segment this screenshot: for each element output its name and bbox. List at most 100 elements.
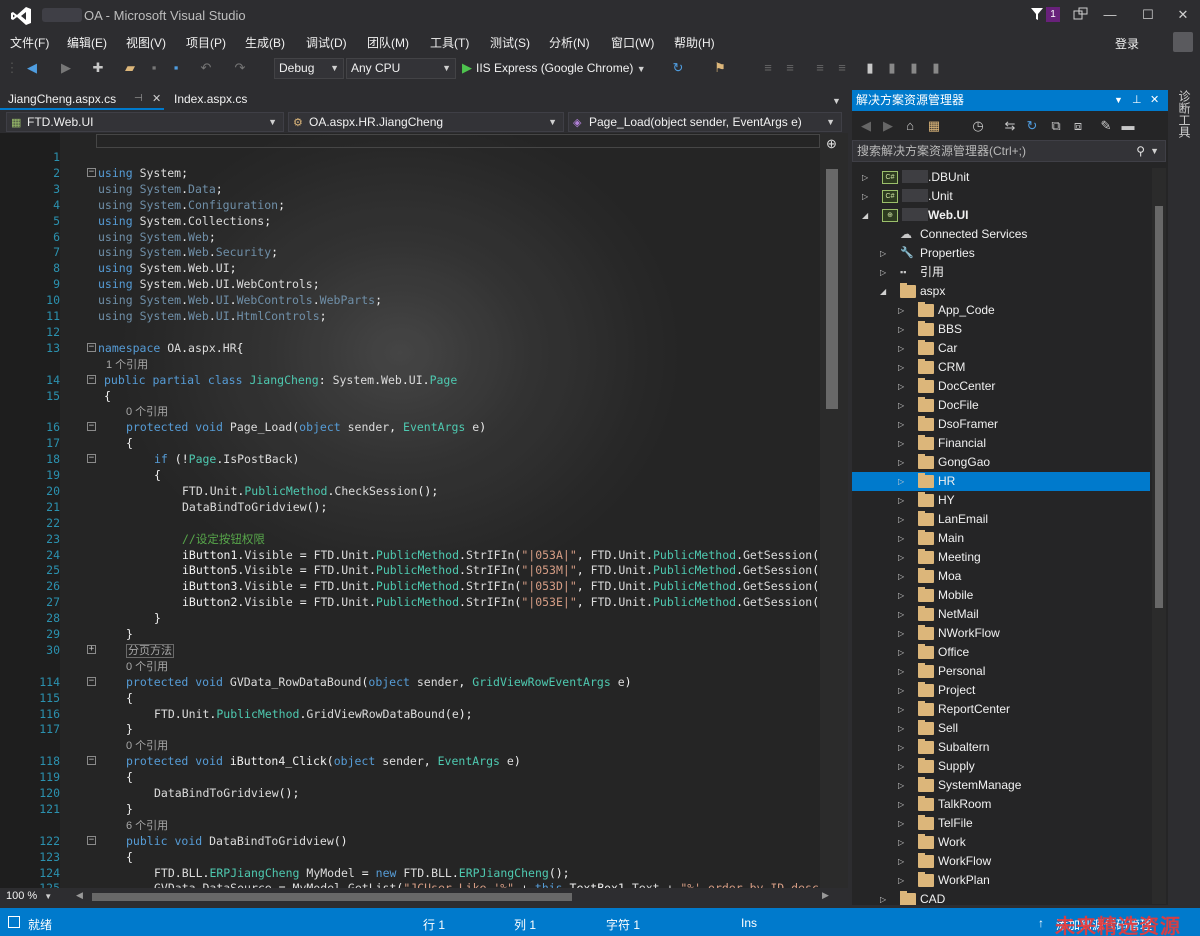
tree-item-crm[interactable]: ▷ CRM: [852, 358, 1150, 377]
code-line[interactable]: 14 − public partial class JiangCheng: Syst…: [0, 372, 820, 388]
tree-item-systemmanage[interactable]: ▷ SystemManage: [852, 776, 1150, 795]
type-dropdown[interactable]: ⚙ OA.aspx.HR.JiangCheng ▼: [288, 112, 564, 132]
publish-icon[interactable]: ⚑: [712, 60, 728, 76]
menu-build[interactable]: 生成(B): [245, 34, 285, 51]
expand-node-icon[interactable]: ▷: [898, 377, 904, 396]
navigate-forward-icon[interactable]: ▶: [58, 60, 74, 76]
menu-edit[interactable]: 编辑(E): [67, 34, 107, 51]
code-line[interactable]: 5 using System.Collections;: [0, 213, 820, 229]
code-line[interactable]: 4 using System.Configuration;: [0, 197, 820, 213]
expand-node-icon[interactable]: ▷: [862, 187, 868, 206]
expand-node-icon[interactable]: ▷: [898, 643, 904, 662]
code-editor[interactable]: 1 2− using System; 3 using System.Data; 4 usin…: [0, 133, 820, 888]
tree-item-talkroom[interactable]: ▷ TalkRoom: [852, 795, 1150, 814]
expand-node-icon[interactable]: ▷: [898, 339, 904, 358]
code-line[interactable]: 19 {: [0, 467, 820, 483]
expand-node-icon[interactable]: ▷: [898, 757, 904, 776]
code-line[interactable]: 23 //设定按钮权限: [0, 531, 820, 547]
expand-node-icon[interactable]: ▷: [898, 700, 904, 719]
collapse-region-icon[interactable]: −: [87, 756, 96, 766]
pin-icon[interactable]: ⊣: [134, 88, 143, 110]
split-editor-icon[interactable]: ⊕: [826, 136, 837, 152]
collapse-region-icon[interactable]: −: [87, 374, 96, 384]
code-line[interactable]: 9 using System.Web.UI.WebControls;: [0, 276, 820, 292]
output-window-icon[interactable]: [8, 916, 20, 928]
project-dropdown[interactable]: ▦ FTD.Web.UI ▼: [6, 112, 284, 132]
code-line[interactable]: 6 个引用: [0, 817, 820, 833]
expand-node-icon[interactable]: ▷: [898, 548, 904, 567]
expand-node-icon[interactable]: ▷: [898, 453, 904, 472]
scroll-right-icon[interactable]: ▶: [822, 890, 829, 901]
tree-item-workplan[interactable]: ▷ WorkPlan: [852, 871, 1150, 890]
tree-item-hy[interactable]: ▷ HY: [852, 491, 1150, 510]
tree-item-moa[interactable]: ▷ Moa: [852, 567, 1150, 586]
expand-node-icon[interactable]: ▷: [898, 662, 904, 681]
back-icon[interactable]: ◀: [858, 118, 874, 134]
tree-item-mobile[interactable]: ▷ Mobile: [852, 586, 1150, 605]
home-icon[interactable]: ⌂: [902, 118, 918, 134]
code-line[interactable]: 7 using System.Web.Security;: [0, 244, 820, 260]
expand-node-icon[interactable]: ▷: [898, 567, 904, 586]
editor-vertical-scrollbar[interactable]: [820, 133, 848, 888]
clear-bookmarks-icon[interactable]: ▮: [928, 60, 944, 76]
menu-tools[interactable]: 工具(T): [430, 34, 469, 51]
bookmark-icon[interactable]: ▮: [862, 60, 878, 76]
expand-node-icon[interactable]: ▷: [898, 776, 904, 795]
collapse-all-icon[interactable]: ⧉: [1048, 118, 1064, 134]
refresh-icon[interactable]: ↻: [1024, 118, 1040, 134]
code-line[interactable]: 115 {: [0, 690, 820, 706]
tree-item-car[interactable]: ▷ Car: [852, 339, 1150, 358]
tree-item-doccenter[interactable]: ▷ DocCenter: [852, 377, 1150, 396]
code-line[interactable]: 29}: [0, 626, 820, 642]
expand-node-icon[interactable]: ▷: [898, 472, 904, 491]
expand-node-icon[interactable]: ▷: [898, 719, 904, 738]
code-line[interactable]: 119 {: [0, 769, 820, 785]
upload-arrow-icon[interactable]: ↑: [1038, 916, 1044, 930]
user-avatar-icon[interactable]: [1173, 32, 1193, 52]
expand-region-icon[interactable]: +: [87, 644, 96, 654]
scrollbar-thumb[interactable]: [826, 169, 838, 409]
menu-analyze[interactable]: 分析(N): [549, 34, 590, 51]
tab-index-aspx-cs[interactable]: Index.aspx.cs: [166, 88, 266, 110]
expand-node-icon[interactable]: ▷: [898, 320, 904, 339]
code-line[interactable]: 27 iButton2.Visible = FTD.Unit.PublicMeth…: [0, 594, 820, 610]
panel-options-icon[interactable]: ▼: [1114, 90, 1123, 111]
search-icon[interactable]: ⚲: [1136, 141, 1145, 161]
filter-icon[interactable]: [1030, 7, 1044, 21]
code-line[interactable]: 121}: [0, 801, 820, 817]
code-line[interactable]: 25 iButton5.Visible = FTD.Unit.PublicMeth…: [0, 562, 820, 578]
minimize-button[interactable]: —: [1093, 0, 1127, 30]
collapse-region-icon[interactable]: −: [87, 454, 96, 464]
expand-node-icon[interactable]: ▷: [898, 738, 904, 757]
code-line[interactable]: 117}: [0, 721, 820, 737]
code-line[interactable]: 2 − using System;: [0, 165, 820, 181]
expand-node-icon[interactable]: ▷: [880, 244, 886, 263]
menu-team[interactable]: 团队(M): [367, 34, 409, 51]
tree-item-main[interactable]: ▷ Main: [852, 529, 1150, 548]
expand-node-icon[interactable]: ▷: [898, 814, 904, 833]
tree-item-workflow[interactable]: ▷ WorkFlow: [852, 852, 1150, 871]
expand-node-icon[interactable]: ▷: [898, 434, 904, 453]
code-line[interactable]: 6 using System.Web;: [0, 229, 820, 245]
code-line[interactable]: 17 {: [0, 435, 820, 451]
comment-icon[interactable]: ≡: [812, 60, 828, 76]
tree-item-docfile[interactable]: ▷ DocFile: [852, 396, 1150, 415]
tree-item-gonggao[interactable]: ▷ GongGao: [852, 453, 1150, 472]
start-debugging-button[interactable]: ▶ IIS Express (Google Chrome) ▼: [462, 58, 646, 78]
open-file-icon[interactable]: ▰: [122, 60, 138, 76]
codelens-reference[interactable]: 6 个引用: [126, 817, 168, 834]
collapse-region-icon[interactable]: −: [87, 167, 96, 177]
new-project-icon[interactable]: ✚: [90, 60, 106, 76]
code-line[interactable]: 26 iButton3.Visible = FTD.Unit.PublicMeth…: [0, 578, 820, 594]
code-line[interactable]: 24 iButton1.Visible = FTD.Unit.PublicMeth…: [0, 547, 820, 563]
code-line[interactable]: 118 − protected void iButton4_Click(object…: [0, 753, 820, 769]
expand-node-icon[interactable]: ▷: [862, 168, 868, 187]
tree-item-dbunit[interactable]: ▷ C# .DBUnit: [852, 168, 1150, 187]
codelens-reference[interactable]: 0 个引用: [126, 403, 168, 420]
menu-file[interactable]: 文件(F): [10, 34, 49, 51]
tree-item-reportcenter[interactable]: ▷ ReportCenter: [852, 700, 1150, 719]
code-line[interactable]: 18 − if (!Page.IsPostBack): [0, 451, 820, 467]
codelens-reference[interactable]: 0 个引用: [126, 737, 168, 754]
tree-item-telfile[interactable]: ▷ TelFile: [852, 814, 1150, 833]
codelens-reference[interactable]: 1 个引用: [106, 356, 148, 373]
